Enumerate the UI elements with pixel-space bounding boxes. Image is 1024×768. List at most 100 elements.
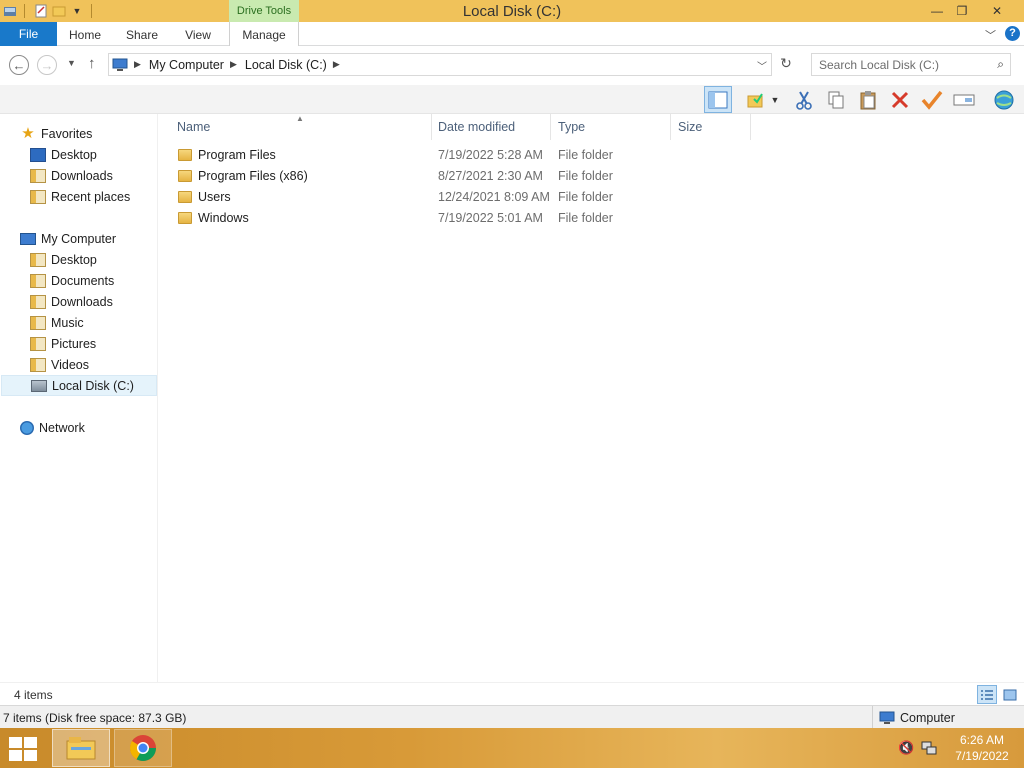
globe-icon[interactable] — [990, 86, 1018, 113]
help-icon[interactable]: ? — [1005, 26, 1020, 41]
tab-manage[interactable]: Manage — [229, 22, 299, 46]
refresh-icon[interactable]: ↻ — [776, 55, 796, 75]
taskbar-file-explorer[interactable] — [52, 729, 110, 767]
music-folder-icon — [30, 315, 46, 330]
preview-pane-icon[interactable] — [704, 86, 732, 113]
documents-folder-icon — [30, 273, 46, 288]
search-placeholder: Search Local Disk (C:) — [819, 58, 940, 72]
details-view-button[interactable] — [977, 685, 997, 704]
nav-computer-local-disk[interactable]: Local Disk (C:) — [1, 375, 157, 396]
checkmark-icon[interactable] — [918, 86, 946, 113]
nav-computer-downloads[interactable]: Downloads — [30, 291, 113, 312]
folder-icon — [178, 191, 192, 203]
breadcrumb-chevron-icon[interactable]: ▶ — [333, 59, 340, 70]
back-button[interactable]: ← — [9, 55, 29, 75]
desktop-icon — [30, 147, 46, 162]
network-icon — [20, 420, 34, 435]
address-history-dropdown-icon[interactable]: ﹀ — [757, 58, 767, 73]
details-status-bar: 7 items (Disk free space: 87.3 GB) Compu… — [0, 705, 1024, 729]
close-button[interactable]: ✕ — [983, 0, 1011, 22]
recent-places-icon — [30, 189, 46, 204]
item-count: 4 items — [14, 688, 53, 702]
folder-options-dropdown-icon[interactable]: ▼ — [767, 86, 783, 113]
up-arrow-icon[interactable]: ↑ — [88, 55, 96, 72]
large-icons-view-button[interactable] — [1000, 685, 1020, 704]
paste-icon[interactable] — [854, 86, 882, 113]
security-zone: Computer — [872, 706, 1024, 729]
desktop-folder-icon — [30, 252, 46, 267]
close-icon: ✕ — [991, 4, 1003, 18]
breadcrumb-chevron-icon[interactable]: ▶ — [134, 59, 141, 70]
delete-icon[interactable] — [886, 86, 914, 113]
computer-icon — [112, 58, 128, 72]
address-bar[interactable]: ▶ My Computer ▶ Local Disk (C:) ▶ ﹀ — [108, 53, 772, 76]
maximize-button[interactable]: ❐ — [947, 0, 977, 22]
file-date: 12/24/2021 8:09 AM — [438, 190, 550, 204]
file-list: Name Date modified Type Size Program Fil… — [160, 114, 1024, 682]
tab-file[interactable]: File — [0, 22, 57, 46]
breadcrumb-local-disk[interactable]: Local Disk (C:) — [245, 58, 327, 72]
nav-computer-pictures[interactable]: Pictures — [30, 333, 96, 354]
table-row[interactable]: Program Files (x86) 8/27/2021 2:30 AM Fi… — [172, 166, 642, 187]
breadcrumb-chevron-icon[interactable]: ▶ — [230, 59, 237, 70]
back-arrow-icon: ← — [12, 57, 26, 73]
nav-item-label: Documents — [51, 273, 115, 288]
nav-network-label: Network — [39, 420, 85, 435]
nav-network[interactable]: Network — [20, 417, 85, 438]
table-row[interactable]: Program Files 7/19/2022 5:28 AM File fol… — [172, 145, 642, 166]
nav-favorites-downloads[interactable]: Downloads — [30, 165, 113, 186]
file-name: Users — [198, 190, 231, 204]
nav-my-computer[interactable]: My Computer — [20, 228, 116, 249]
nav-favorites[interactable]: ★ Favorites — [20, 123, 92, 144]
nav-my-computer-label: My Computer — [41, 231, 117, 246]
recent-locations-icon[interactable]: ▼ — [67, 58, 76, 68]
rename-icon[interactable] — [950, 86, 978, 113]
nav-item-label: Desktop — [51, 252, 97, 267]
file-type: File folder — [558, 148, 613, 162]
tab-home[interactable]: Home — [64, 22, 106, 46]
nav-item-label: Downloads — [51, 294, 113, 309]
ribbon-tabs: File Home Share View Manage ﹀ ? — [0, 22, 1024, 46]
forward-arrow-icon: → — [40, 57, 54, 73]
file-name: Program Files (x86) — [198, 169, 308, 183]
nav-favorites-desktop[interactable]: Desktop — [30, 144, 97, 165]
title-bar: ▼ Drive Tools Local Disk (C:) — ❐ ✕ — [0, 0, 1024, 22]
nav-favorites-label: Favorites — [41, 126, 93, 141]
taskbar-chrome[interactable] — [114, 729, 172, 767]
column-header-type[interactable]: Type — [550, 114, 671, 140]
expand-ribbon-icon[interactable]: ﹀ — [985, 27, 996, 43]
clock-date: 7/19/2022 — [955, 749, 1009, 763]
table-row[interactable]: Users 12/24/2021 8:09 AM File folder — [172, 187, 642, 208]
column-header-date-modified[interactable]: Date modified — [430, 114, 551, 140]
nav-computer-videos[interactable]: Videos — [30, 354, 89, 375]
nav-computer-documents[interactable]: Documents — [30, 270, 114, 291]
cut-icon[interactable] — [790, 86, 818, 113]
tab-share[interactable]: Share — [122, 22, 162, 46]
network-tray-icon[interactable] — [921, 740, 937, 756]
column-header-size[interactable]: Size — [670, 114, 751, 140]
nav-favorites-recent-places[interactable]: Recent places — [30, 186, 130, 207]
nav-item-label: Pictures — [51, 336, 97, 351]
clock[interactable]: 6:26 AM 7/19/2022 — [952, 732, 1012, 764]
navigation-bar: ← → ▼ ↑ ▶ My Computer ▶ Local Disk (C:) … — [0, 47, 1024, 85]
search-input[interactable]: Search Local Disk (C:) ⌕ — [811, 53, 1011, 76]
file-type: File folder — [558, 169, 613, 183]
taskbar: 🔇 6:26 AM 7/19/2022 — [0, 728, 1024, 768]
favorites-star-icon: ★ — [21, 124, 35, 142]
file-name: Program Files — [198, 148, 276, 162]
copy-icon[interactable] — [822, 86, 850, 113]
folder-options-icon[interactable] — [742, 86, 770, 113]
folder-icon — [178, 170, 192, 182]
nav-computer-music[interactable]: Music — [30, 312, 84, 333]
start-button[interactable] — [8, 737, 38, 761]
tab-view[interactable]: View — [180, 22, 216, 46]
breadcrumb-my-computer[interactable]: My Computer — [149, 58, 224, 72]
forward-button[interactable]: → — [37, 55, 57, 75]
nav-computer-desktop[interactable]: Desktop — [30, 249, 97, 270]
drive-icon — [31, 379, 47, 392]
table-row[interactable]: Windows 7/19/2022 5:01 AM File folder — [172, 208, 642, 229]
search-icon[interactable]: ⌕ — [997, 57, 1004, 72]
volume-muted-icon[interactable]: 🔇 — [898, 740, 914, 756]
nav-item-label: Videos — [51, 357, 89, 372]
minimize-icon: — — [931, 4, 943, 18]
